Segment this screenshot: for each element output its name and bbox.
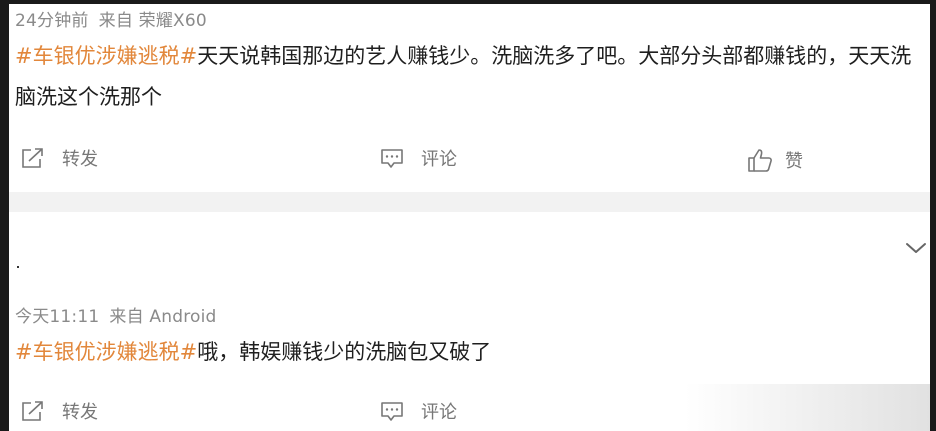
post-divider <box>9 192 930 212</box>
repost-label: 转发 <box>62 402 98 423</box>
share-icon <box>20 146 46 170</box>
post-source: 来自 荣耀X60 <box>98 11 207 31</box>
repost-button[interactable]: 转发 <box>20 398 98 424</box>
repost-button[interactable]: 转发 <box>20 145 98 171</box>
post-1: 24分钟前 来自 荣耀X60 #车银优涉嫌逃税#天天说韩国那边的艺人赚钱少。洗脑洗… <box>9 4 930 192</box>
hashtag-link[interactable]: #车银优涉嫌逃税# <box>15 340 197 364</box>
comment-button[interactable]: 评论 <box>379 145 457 171</box>
post-time: 今天11:11 <box>15 307 100 327</box>
chevron-down-icon[interactable] <box>905 240 927 256</box>
comment-button[interactable]: 评论 <box>379 398 457 424</box>
post-body: #车银优涉嫌逃税#哦，韩娱赚钱少的洗脑包又破了 <box>15 332 915 373</box>
hashtag-link[interactable]: #车银优涉嫌逃税# <box>15 44 197 68</box>
post-text: 哦，韩娱赚钱少的洗脑包又破了 <box>197 340 492 364</box>
comment-label: 评论 <box>421 149 457 170</box>
post-body: #车银优涉嫌逃税#天天说韩国那边的艺人赚钱少。洗脑洗多了吧。大部分头部都赚钱的，… <box>15 36 915 118</box>
post-time: 24分钟前 <box>15 11 89 31</box>
comment-icon <box>379 146 405 170</box>
like-button[interactable]: 赞 <box>747 147 803 173</box>
repost-label: 转发 <box>62 149 98 170</box>
post-meta: 24分钟前 来自 荣耀X60 <box>15 6 207 31</box>
like-label: 赞 <box>785 151 803 172</box>
post-meta: 今天11:11 来自 Android <box>15 302 217 327</box>
decorative-dot <box>17 266 19 268</box>
share-icon <box>20 399 46 423</box>
comment-icon <box>379 399 405 423</box>
fade-overlay <box>685 384 930 431</box>
comment-label: 评论 <box>421 402 457 423</box>
weibo-feed: 24分钟前 来自 荣耀X60 #车银优涉嫌逃税#天天说韩国那边的艺人赚钱少。洗脑洗… <box>0 0 936 431</box>
thumbs-up-icon <box>747 147 773 173</box>
post-source: 来自 Android <box>109 307 217 327</box>
